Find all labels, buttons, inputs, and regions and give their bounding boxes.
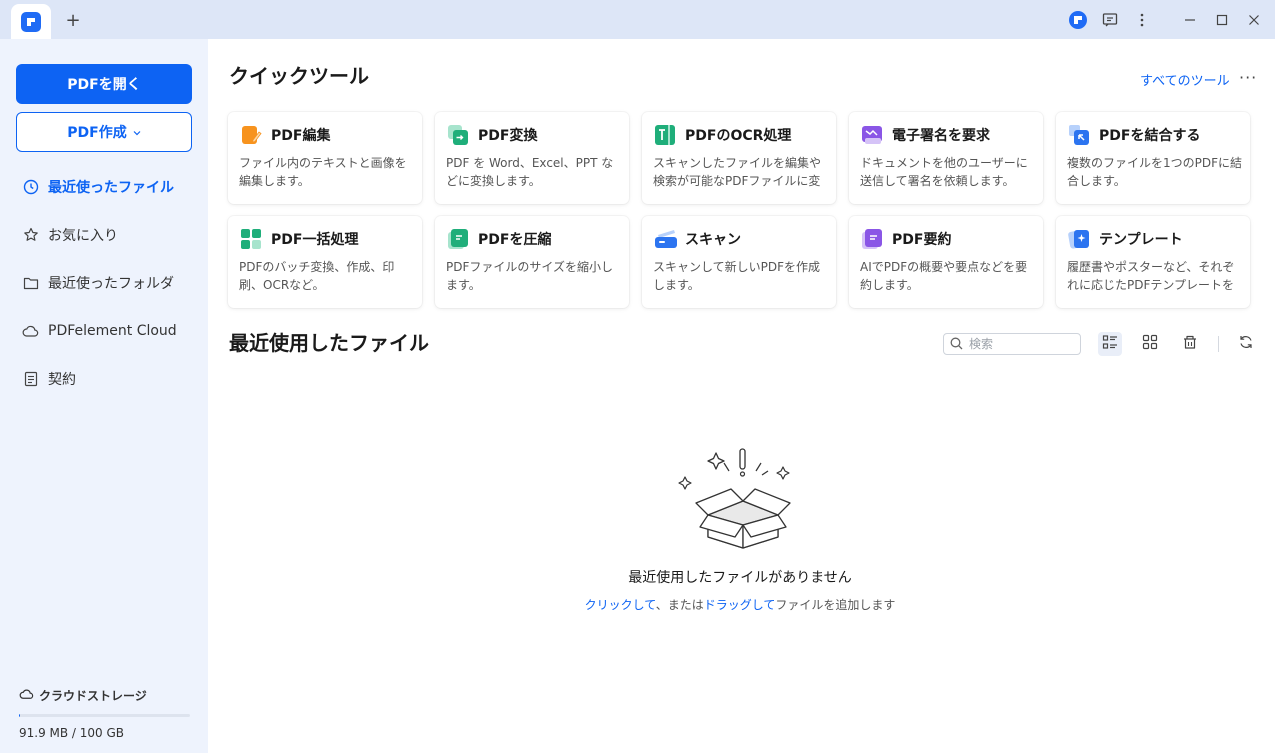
tool-card-desc: 複数のファイルを1つのPDFに結合します。	[1067, 156, 1243, 188]
sidebar-item-label: 契約	[48, 372, 76, 388]
tool-card-desc: 履歴書やポスターなど、それぞれに応じたPDFテンプレートを提供します。	[1067, 260, 1235, 292]
tool-card-title: PDFを圧縮	[478, 232, 552, 248]
search-icon	[950, 335, 963, 354]
sidebar-item-label: お気に入り	[48, 228, 118, 244]
tool-card-batch[interactable]: PDF一括処理 PDFのバッチ変換、作成、印刷、OCRなど。	[228, 216, 422, 308]
empty-state-hint: クリックして、またはドラッグしてファイルを追加します	[490, 596, 990, 613]
empty-state-title: 最近使用したファイルがありません	[628, 570, 852, 586]
tool-card-title: PDF編集	[271, 128, 331, 144]
storage-title: クラウドストレージ	[39, 689, 147, 703]
cloud-icon	[19, 688, 34, 703]
document-icon	[22, 371, 39, 388]
search-field[interactable]	[943, 333, 1081, 355]
sidebar-item-recent-files[interactable]: 最近使ったファイル	[22, 173, 202, 201]
tool-card-desc: PDFファイルのサイズを縮小します。	[446, 260, 614, 292]
template-icon	[1068, 228, 1090, 250]
tool-card-title: PDFを結合する	[1099, 128, 1201, 144]
recent-files-title: 最近使用したファイル	[229, 331, 429, 355]
new-tab-button[interactable]: +	[62, 10, 84, 32]
tool-card-esign[interactable]: 電子署名を要求 ドキュメントを他のユーザーに送信して署名を依頼します。	[849, 112, 1043, 204]
cloud-icon	[22, 323, 39, 340]
compress-icon	[447, 228, 469, 250]
delete-icon	[1182, 334, 1198, 354]
esign-icon	[861, 124, 883, 146]
tool-card-edit-pdf[interactable]: PDF編集 ファイル内のテキストと画像を編集します。	[228, 112, 422, 204]
scan-icon	[654, 228, 677, 250]
tool-card-title: PDF一括処理	[271, 232, 359, 248]
all-tools-link[interactable]: すべてのツール	[1140, 70, 1230, 89]
close-icon[interactable]	[1243, 9, 1265, 31]
empty-box-illustration	[676, 437, 796, 549]
clock-icon	[22, 179, 39, 196]
tool-card-ocr[interactable]: PDFのOCR処理 スキャンしたファイルを編集や検索が可能なPDFファイルに変換…	[642, 112, 836, 204]
create-pdf-button[interactable]: PDF作成	[16, 112, 192, 152]
tool-card-scan[interactable]: スキャン スキャンして新しいPDFを作成します。	[642, 216, 836, 308]
hint-connector: 、または	[655, 598, 704, 612]
sidebar-item-cloud[interactable]: PDFelement Cloud	[22, 317, 202, 345]
convert-pdf-icon	[447, 124, 469, 146]
tool-card-title: PDF変換	[478, 128, 538, 144]
sidebar-item-contracts[interactable]: 契約	[22, 365, 202, 393]
summarize-icon	[861, 228, 883, 250]
create-pdf-label: PDF作成	[67, 125, 127, 141]
minimize-icon[interactable]	[1179, 9, 1201, 31]
batch-icon	[240, 228, 262, 250]
more-options-button[interactable]: ···	[1239, 68, 1257, 87]
tool-card-template[interactable]: テンプレート 履歴書やポスターなど、それぞれに応じたPDFテンプレートを提供しま…	[1056, 216, 1250, 308]
maximize-icon[interactable]	[1211, 9, 1233, 31]
tool-card-desc: ファイル内のテキストと画像を編集します。	[239, 156, 407, 188]
sidebar-item-recent-folders[interactable]: 最近使ったフォルダ	[22, 269, 202, 297]
hint-end: ファイルを追加します	[775, 598, 896, 612]
storage-usage: 91.9 MB / 100 GB	[19, 726, 125, 740]
tool-card-desc: PDF を Word、Excel、PPT などに変換します。	[446, 156, 614, 188]
tool-card-title: テンプレート	[1099, 232, 1183, 248]
ocr-icon	[654, 124, 676, 146]
tool-card-convert-pdf[interactable]: PDF変換 PDF を Word、Excel、PPT などに変換します。	[435, 112, 629, 204]
sidebar-item-label: 最近使ったフォルダ	[48, 276, 174, 292]
combine-icon	[1068, 124, 1090, 146]
sidebar: PDFを開く PDF作成 最近使ったファイル お気に入り 最近使ったフォルダ P…	[0, 39, 208, 753]
refresh-icon	[1238, 334, 1254, 354]
star-icon	[22, 227, 39, 244]
account-icon[interactable]	[1067, 9, 1089, 31]
list-view-icon	[1102, 334, 1118, 354]
tool-card-desc: スキャンしたファイルを編集や検索が可能なPDFファイルに変換します。	[653, 156, 822, 188]
quick-tools-title: クイックツール	[229, 64, 369, 88]
list-view-button[interactable]	[1098, 332, 1122, 356]
tool-card-desc: AIでPDFの概要や要点などを要約します。	[860, 260, 1028, 292]
sidebar-item-label: PDFelement Cloud	[48, 323, 177, 339]
tool-card-title: スキャン	[685, 232, 741, 248]
folder-icon	[22, 275, 39, 292]
tool-card-title: 電子署名を要求	[892, 128, 990, 144]
feedback-icon[interactable]	[1099, 9, 1121, 31]
title-bar: +	[0, 0, 1275, 39]
tool-card-title: PDF要約	[892, 232, 952, 248]
tool-card-combine[interactable]: PDFを結合する 複数のファイルを1つのPDFに結合します。	[1056, 112, 1250, 204]
open-pdf-button[interactable]: PDFを開く	[16, 64, 192, 104]
pdfelement-logo-icon	[21, 11, 41, 32]
storage-progress-bar	[19, 714, 190, 717]
clear-history-button[interactable]	[1178, 332, 1202, 356]
tool-card-summarize[interactable]: PDF要約 AIでPDFの概要や要点などを要約します。	[849, 216, 1043, 308]
tool-card-desc: PDFのバッチ変換、作成、印刷、OCRなど。	[239, 260, 395, 292]
sidebar-item-favorites[interactable]: お気に入り	[22, 221, 202, 249]
more-vert-icon[interactable]	[1131, 9, 1153, 31]
edit-pdf-icon	[240, 124, 262, 146]
search-input[interactable]	[969, 337, 1069, 351]
cloud-storage-label[interactable]: クラウドストレージ	[19, 687, 147, 704]
tool-card-desc: スキャンして新しいPDFを作成します。	[653, 260, 821, 292]
refresh-button[interactable]	[1234, 332, 1258, 356]
grid-view-icon	[1142, 334, 1158, 354]
storage-progress-fill	[19, 714, 21, 717]
toolbar-divider	[1218, 336, 1219, 352]
tool-card-title: PDFのOCR処理	[685, 128, 792, 144]
chevron-down-icon	[133, 124, 141, 140]
home-tab[interactable]	[11, 4, 51, 39]
sidebar-item-label: 最近使ったファイル	[48, 180, 174, 196]
drag-to-add-link[interactable]: ドラッグして	[704, 598, 776, 612]
grid-view-button[interactable]	[1138, 332, 1162, 356]
click-to-open-link[interactable]: クリックして	[585, 598, 656, 612]
tool-card-desc: ドキュメントを他のユーザーに送信して署名を依頼します。	[860, 156, 1028, 188]
tool-card-compress[interactable]: PDFを圧縮 PDFファイルのサイズを縮小します。	[435, 216, 629, 308]
